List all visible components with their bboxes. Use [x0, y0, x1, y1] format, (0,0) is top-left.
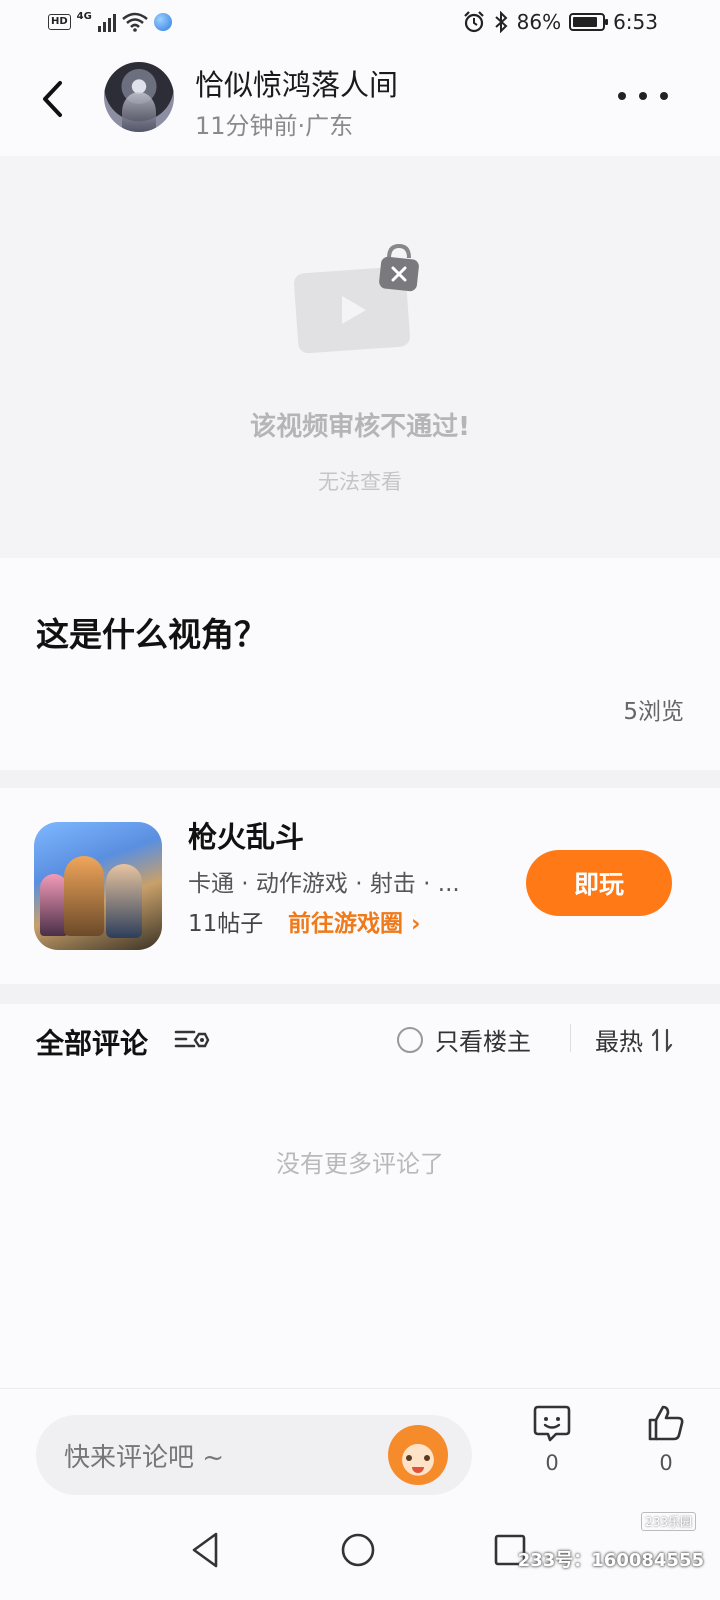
- nav-back-icon[interactable]: [184, 1528, 228, 1572]
- video-blocked-subtitle: 无法查看: [318, 470, 402, 494]
- like-count: 0: [659, 1451, 673, 1475]
- watermark-logo: 233乐园: [641, 1512, 696, 1531]
- back-button[interactable]: [30, 74, 74, 124]
- game-card[interactable]: 枪火乱斗 卡通 · 动作游戏 · 射击 · ... 11帖子 前往游戏圈 › 即…: [0, 788, 720, 984]
- battery-percent: 86%: [516, 10, 562, 34]
- no-more-comments: 没有更多评论了: [276, 1150, 444, 1178]
- comment-count: 0: [545, 1451, 559, 1475]
- post-title: 这是什么视角？: [36, 615, 267, 654]
- video-locked-icon: [294, 244, 419, 354]
- system-nav-bar: 233乐园 233号：160084555: [0, 1500, 720, 1600]
- post-time-location: 11分钟前·广东: [195, 112, 354, 140]
- post-content: 这是什么视角？ 5浏览: [0, 558, 720, 770]
- clock: 6:53: [613, 10, 658, 34]
- comment-bubble-icon: [533, 1405, 571, 1442]
- battery-icon: [569, 13, 609, 31]
- hd-badge: HD: [48, 14, 71, 30]
- sort-icon: [651, 1028, 673, 1052]
- post-header: 恰似惊鸿落人间 11分钟前·广东: [0, 48, 720, 152]
- browser-globe-icon: [153, 13, 172, 31]
- nav-home-icon[interactable]: [336, 1528, 380, 1572]
- network-type: 4G: [76, 10, 92, 22]
- video-blocked-title: 该视频审核不通过!: [250, 412, 470, 442]
- video-player-blocked: 该视频审核不通过! 无法查看: [0, 156, 720, 558]
- comment-bar: 快来评论吧 ~ 0 0: [0, 1388, 720, 1500]
- game-icon[interactable]: [34, 822, 162, 950]
- game-post-count: 11帖子: [188, 911, 264, 937]
- status-right: 86% 6:53: [463, 10, 658, 34]
- chevron-left-icon: [43, 81, 62, 117]
- status-left: HD 4G: [48, 10, 172, 32]
- sort-button[interactable]: 最热: [595, 1022, 673, 1057]
- game-tags: 卡通 · 动作游戏 · 射击 · ...: [188, 871, 460, 897]
- alarm-icon: [463, 11, 484, 33]
- signal-icon: [97, 12, 116, 32]
- comment-filter-icon[interactable]: [174, 1024, 210, 1054]
- divider: [570, 1024, 571, 1052]
- like-action[interactable]: 0: [636, 1403, 696, 1475]
- view-count: 5浏览: [623, 699, 684, 725]
- section-divider: [0, 984, 720, 1004]
- user-name[interactable]: 恰似惊鸿落人间: [195, 62, 398, 104]
- more-options-button[interactable]: [618, 84, 668, 108]
- play-now-button[interactable]: 即玩: [526, 850, 672, 916]
- radio-icon[interactable]: [397, 1026, 423, 1053]
- comment-input[interactable]: 快来评论吧 ~: [36, 1415, 472, 1495]
- section-divider: [0, 770, 720, 788]
- game-circle-link[interactable]: 前往游戏圈 ›: [288, 904, 421, 938]
- thumbs-up-icon: [648, 1405, 684, 1441]
- watermark-text: 233号：160084555: [517, 1550, 704, 1571]
- game-name[interactable]: 枪火乱斗: [188, 814, 304, 856]
- only-owner-toggle[interactable]: 只看楼主: [397, 1022, 531, 1057]
- comments-title: 全部评论: [36, 1027, 149, 1060]
- wifi-icon: [122, 12, 148, 32]
- sort-label: 最热: [595, 1028, 643, 1056]
- mascot-emoji-icon[interactable]: [388, 1425, 448, 1485]
- comment-action[interactable]: 0: [522, 1403, 582, 1475]
- only-owner-label: 只看楼主: [435, 1028, 531, 1056]
- more-dot-icon: [660, 92, 668, 100]
- status-bar: HD 4G 86% 6:53: [0, 0, 720, 48]
- comments-section: 全部评论 只看楼主 最热 没有更多评论了: [0, 1004, 720, 1388]
- comment-placeholder: 快来评论吧 ~: [64, 1443, 225, 1473]
- avatar[interactable]: [104, 62, 174, 132]
- more-dot-icon: [618, 92, 626, 100]
- more-dot-icon: [639, 92, 647, 100]
- bluetooth-icon: [494, 11, 508, 33]
